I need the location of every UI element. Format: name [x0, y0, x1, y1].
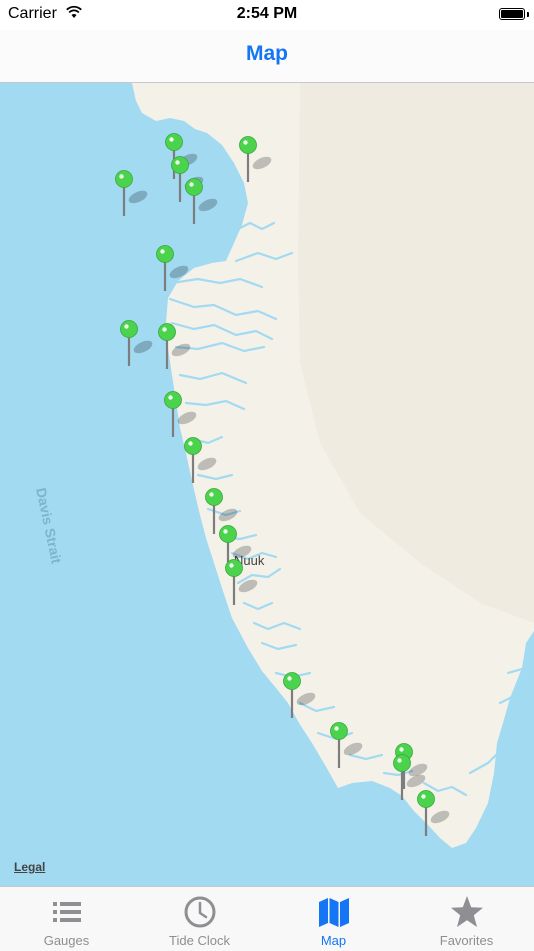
map-pin-head[interactable]: [156, 245, 174, 263]
map-pin-highlight: [397, 758, 402, 763]
map-pin-highlight: [188, 441, 193, 446]
map-pin-highlight: [160, 249, 165, 254]
map-pin-highlight: [287, 676, 292, 681]
map-pin-highlight: [175, 160, 180, 165]
map-pin-shadow: [128, 190, 148, 204]
map-pin-highlight: [119, 174, 124, 179]
map-pin-highlight: [421, 794, 426, 799]
map-pin-head[interactable]: [225, 559, 243, 577]
status-bar: Carrier 2:54 PM: [0, 0, 534, 30]
tab-gauges[interactable]: Gauges: [0, 887, 133, 951]
navigation-bar: Map: [0, 30, 534, 83]
page-title: Map: [246, 42, 288, 65]
map-pin-highlight: [169, 137, 174, 142]
map-pin-head[interactable]: [283, 672, 301, 690]
list-icon: [52, 902, 81, 922]
map-pin-highlight: [243, 140, 248, 145]
map-pin-head[interactable]: [164, 391, 182, 409]
legal-link[interactable]: Legal: [14, 860, 45, 874]
map-pin-head[interactable]: [205, 488, 223, 506]
map-pin-head[interactable]: [165, 133, 183, 151]
map-canvas[interactable]: Davis Strait Nuuk: [0, 83, 534, 886]
map-view[interactable]: Davis Strait Nuuk Legal: [0, 83, 534, 886]
tab-tide-clock-label: Tide Clock: [169, 933, 230, 948]
map-pin-highlight: [223, 529, 228, 534]
map-pin-highlight: [209, 492, 214, 497]
map-pin-highlight: [168, 395, 173, 400]
star-icon: [450, 896, 483, 927]
map-pin-highlight: [189, 182, 194, 187]
map-pin-head[interactable]: [185, 178, 203, 196]
map-pin-head[interactable]: [184, 437, 202, 455]
tab-map-label: Map: [320, 933, 347, 948]
map-icon: [318, 898, 349, 927]
map-pin-head[interactable]: [239, 136, 257, 154]
map-pin-head[interactable]: [120, 320, 138, 338]
map-pin-head[interactable]: [158, 323, 176, 341]
map-pin-head[interactable]: [330, 722, 348, 740]
tab-tide-clock[interactable]: Tide Clock: [133, 887, 266, 951]
map-pin-head[interactable]: [115, 170, 133, 188]
map-pin-highlight: [124, 324, 129, 329]
sea-label: Davis Strait: [33, 486, 65, 565]
map-pin-highlight: [334, 726, 339, 731]
battery-tip: [527, 12, 529, 17]
map-pin-highlight: [162, 327, 167, 332]
clock-icon: [184, 896, 215, 928]
tab-bar: Gauges Tide Clock Map Favorites: [0, 886, 534, 951]
battery-icon: [499, 8, 525, 20]
map-pin[interactable]: [120, 320, 155, 367]
map-pin[interactable]: [115, 170, 150, 217]
map-pin-shadow: [133, 340, 153, 354]
map-pin-head[interactable]: [171, 156, 189, 174]
map-pin-highlight: [399, 747, 404, 752]
map-pin-head[interactable]: [393, 754, 411, 772]
tab-favorites[interactable]: Favorites: [400, 887, 533, 951]
map-pin-head[interactable]: [219, 525, 237, 543]
tab-map[interactable]: Map: [267, 887, 400, 951]
map-pin-highlight: [229, 563, 234, 568]
tab-gauges-label: Gauges: [43, 933, 90, 948]
tab-favorites-label: Favorites: [439, 933, 494, 948]
map-pin-head[interactable]: [417, 790, 435, 808]
status-time: 2:54 PM: [236, 5, 298, 22]
